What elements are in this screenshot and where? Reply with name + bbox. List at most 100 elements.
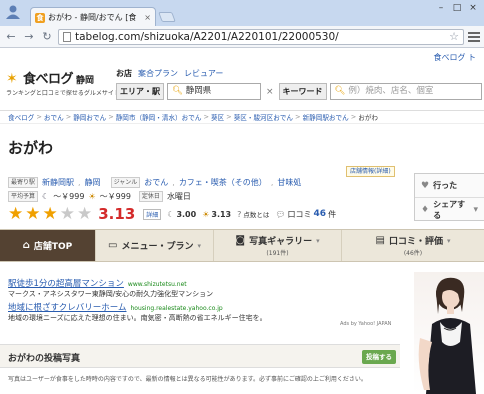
budget-row: 平均予算 ☾ ～￥999 ☀ ～￥999 定休日 水曜日 [8,190,191,202]
keyword-label: キーワード [278,83,327,100]
browser-menu-icon[interactable] [468,31,480,42]
reload-icon[interactable]: ↻ [40,30,54,44]
logo-text: 食べログ [23,72,74,87]
ad-description: マークス・アネシスタワー東静岡/安心の耐久力強化型マンション [8,290,214,298]
area-value: 静岡県 [185,86,212,96]
clear-area-icon[interactable]: × [266,87,274,97]
tab-title: おがわ - 静岡/おでん [食 [48,13,137,22]
ad-title-link[interactable]: 駅徒歩1分の超高層マンション [8,277,124,289]
budget-label: 平均予算 [8,190,39,202]
genre-link[interactable]: カフェ・喫茶（その他） [179,177,267,188]
moon-icon: ☾ [167,209,175,219]
bookmark-star-icon[interactable]: ☆ [449,30,459,43]
browser-toolbar: ← → ↻ tabelog.com/shizuoka/A2201/A220101… [0,26,484,48]
header-top-link[interactable]: 食べログ ト [433,52,476,63]
restaurant-name: おがわ [8,139,54,157]
new-tab-button[interactable] [158,12,176,22]
heart-icon: ♥ [421,180,430,191]
rating-score: 3.13 [98,205,136,223]
post-photo-button[interactable]: 投稿する [362,350,396,364]
rating-star-icon: ★ [59,203,75,224]
keyword-placeholder: 例）焼肉、店名、個室 [348,86,434,96]
genre-link[interactable]: 甘味処 [277,177,301,188]
breadcrumb-item[interactable]: 静岡おでん [73,112,106,122]
search-row: エリア・駅 🔍︎ 静岡県 × キーワード 🔍︎ 例）焼肉、店名、個室 › [116,83,484,100]
dinner-score: ☾ 3.00 [167,209,197,219]
address-bar[interactable]: tabelog.com/shizuoka/A2201/A220101/22000… [58,28,464,45]
area-input[interactable]: 🔍︎ 静岡県 [167,83,261,100]
ad-url[interactable]: housing.realestate.yahoo.co.jp [131,305,223,312]
holiday-label: 定休日 [138,190,163,202]
restaurant-tabs: ⌂ 店舗TOP ▭ メニュー・プラン ▾ ◙ 写真ギャラリー ▾ (191件) ▤ 口コミ・… [0,229,484,262]
camera-icon: ◙ [235,235,246,246]
side-action-panel: ♥ 行った ♦ シェアする ▾ [414,173,484,221]
ad-description: 地域の環境ニーズに応えた理想の住まい。南気密・高断熱の省エネルギー住宅を。 [8,314,267,322]
photos-notice: 写真はユーザーが食事をした時時の内容ですので、最新の情報とは異なる可能性がありま… [8,376,367,383]
logo-tagline: ランキングと口コミで探せるグルメサイト [6,90,120,97]
nav-shops[interactable]: お店 [116,68,132,79]
user-profile-icon[interactable] [4,4,22,20]
nav-plans[interactable]: 案合プラン [138,68,178,79]
sponsored-ads: 駅徒歩1分の超高層マンション www.shizutetsu.net マークス・ア… [8,277,408,325]
question-icon: ? [237,209,242,219]
rating-star-icon: ★ [25,203,41,224]
chevron-down-icon: ▾ [316,236,320,245]
area-label: エリア・駅 [116,83,164,100]
went-button[interactable]: ♥ 行った [415,174,484,198]
chevron-down-icon: ▾ [446,236,451,245]
station-label: 最寄り駅 [8,176,39,188]
close-window-button[interactable]: × [466,2,480,14]
station-link[interactable]: 新静岡駅 [42,177,74,188]
keyword-search-icon: 🔍︎ [334,86,346,96]
points-help-link[interactable]: ? 点数とは [237,209,269,220]
breadcrumb-item[interactable]: おでん [44,112,64,122]
posted-photos-title: おがわの投稿写真 [8,354,81,364]
breadcrumb-item[interactable]: 静岡市（静岡・清水）おでん [116,112,202,122]
lunch-price: ～￥999 [99,191,131,201]
lunch-score: ☀ 3.13 [202,209,232,219]
tab-menu[interactable]: ▭ メニュー・プラン ▾ [96,230,214,261]
share-button[interactable]: ♦ シェアする ▾ [415,198,484,222]
rating-detail-button[interactable]: 詳細 [143,208,162,220]
rating-star-icon: ★ [8,203,24,224]
sun-icon: ☀ [202,209,210,219]
genre-link[interactable]: おでん [144,177,168,188]
speech-bubble-icon: 💬︎ [275,209,286,219]
window-controls: – □ × [434,2,480,14]
breadcrumb-current: おがわ [358,114,379,122]
tab-photos[interactable]: ◙ 写真ギャラリー ▾ (191件) [214,230,342,261]
station-link[interactable]: 静岡 [85,177,101,188]
breadcrumb-item[interactable]: 葵区・駿河区おでん [234,112,293,122]
dinner-price: ～￥999 [53,191,85,201]
rating-star-icon: ★ [42,203,58,224]
maximize-button[interactable]: □ [450,2,464,14]
forward-arrow-icon[interactable]: → [22,30,36,44]
review-count[interactable]: 💬︎ 口コミ 46 件 [275,209,336,220]
home-icon: ⌂ [22,240,30,251]
breadcrumb-item[interactable]: 食べログ [8,112,34,122]
breadcrumb-item[interactable]: 葵区 [211,112,224,122]
minimize-button[interactable]: – [434,2,448,14]
store-info-detail-link[interactable]: 店舗情報(詳細) [346,166,395,177]
breadcrumb: 食べログ > おでん > 静岡おでん > 静岡市（静岡・清水）おでん > 葵区 > 葵区・… [0,110,484,124]
url-text[interactable]: tabelog.com/shizuoka/A2201/A220101/22000… [75,31,339,43]
chevron-down-icon: ▾ [197,241,201,250]
tab-top[interactable]: ⌂ 店舗TOP [0,230,96,261]
tab-close-icon[interactable]: × [144,13,151,22]
ad-title-link[interactable]: 地域に根ざすクレバリーホーム [8,301,127,313]
fashion-ad-image[interactable] [414,272,484,394]
keyword-input[interactable]: 🔍︎ 例）焼肉、店名、個室 [329,83,482,100]
browser-tab[interactable]: 食 おがわ - 静岡/おでん [食 × [30,7,156,27]
tab-reviews[interactable]: ▤ 口コミ・評価 ▾ (46件) [342,230,484,261]
nav-reviewers[interactable]: レビュアー [184,68,223,79]
station-genre-row: 最寄り駅 新静岡駅 , 静岡 ジャンル おでん , カフェ・喫茶（その他） , … [8,176,301,188]
book-icon: ▭ [108,240,118,251]
header-nav: お店 案合プラン レビュアー [116,68,223,79]
site-logo[interactable]: ✶ 食べログ 静岡 ランキングと口コミで探せるグルメサイト [6,68,120,97]
breadcrumb-item[interactable]: 新静岡駅おでん [303,112,349,122]
tabelog-favicon-icon: 食 [35,12,45,23]
search-icon: 🔍︎ [172,86,183,96]
ad-url[interactable]: www.shizutetsu.net [128,281,187,288]
back-arrow-icon[interactable]: ← [4,30,18,44]
holiday-value: 水曜日 [166,191,191,201]
